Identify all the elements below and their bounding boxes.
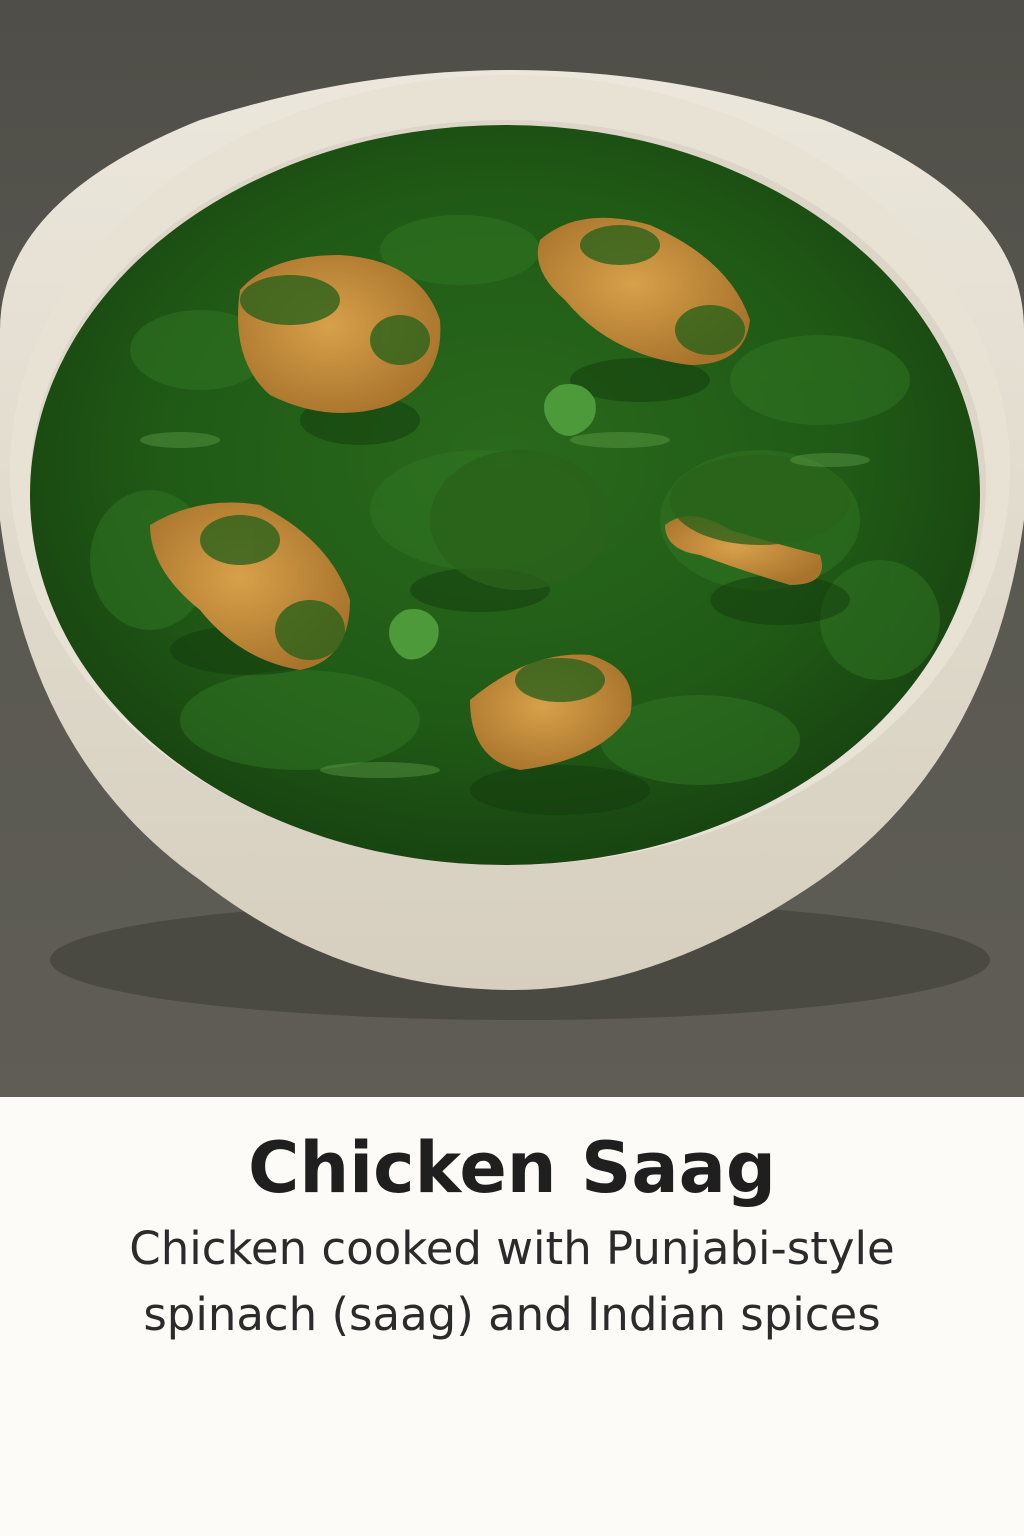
dish-description-line: Chicken cooked with Punjabi-style: [129, 1222, 895, 1275]
dish-description-line: spinach (saag) and Indian spices: [143, 1288, 881, 1341]
dish-photo: [0, 0, 1024, 1097]
dish-description: Chicken cooked with Punjabi-style spinac…: [62, 1216, 962, 1348]
dish-title: Chicken Saag: [247, 1127, 777, 1209]
